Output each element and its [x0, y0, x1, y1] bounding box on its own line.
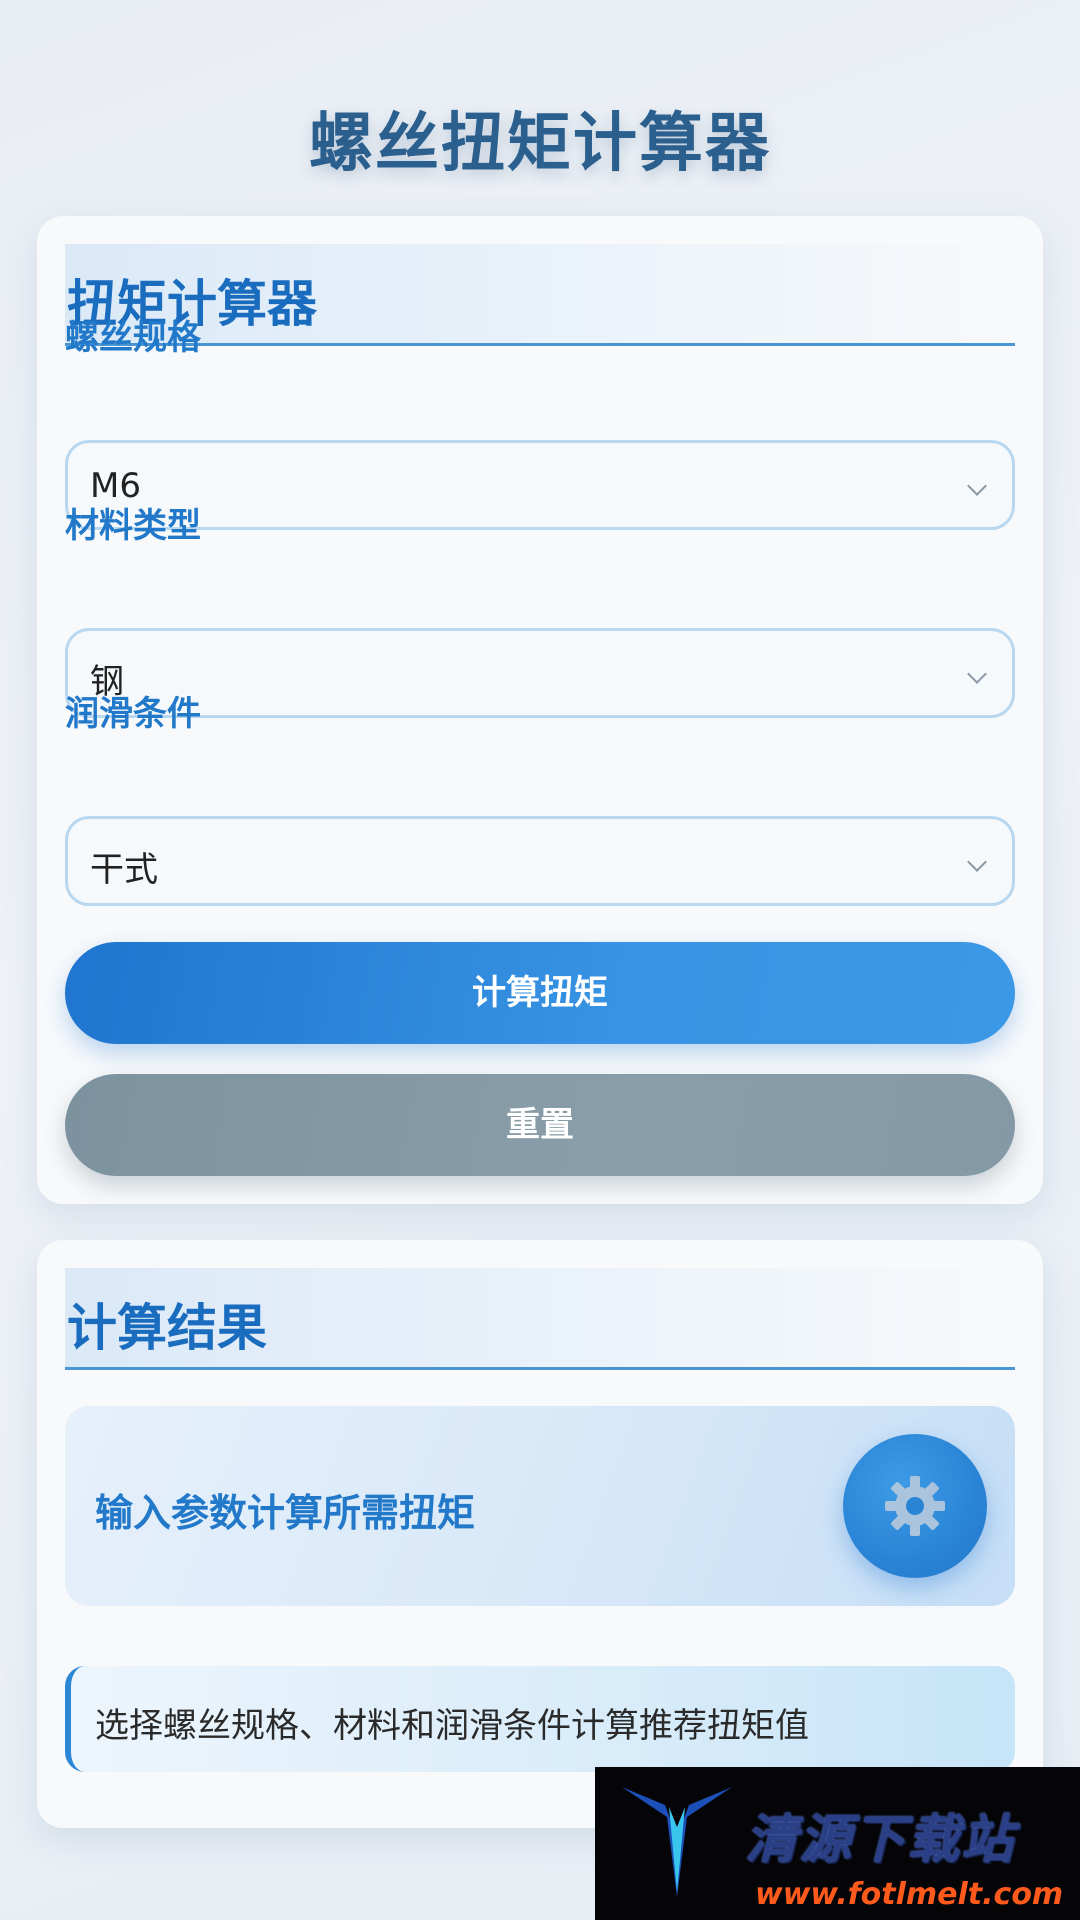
result-display: 输入参数计算所需扭矩 — [65, 1406, 1015, 1606]
screw-spec-select[interactable]: M6 — [65, 440, 1015, 530]
page-title: 螺丝扭矩计算器 — [309, 107, 771, 181]
lubrication-value: 干式 — [90, 850, 158, 890]
result-prompt: 输入参数计算所需扭矩 — [95, 1491, 476, 1535]
reset-button[interactable]: 重置 — [65, 1074, 1015, 1176]
lubrication-select[interactable]: 干式 — [65, 816, 1015, 906]
torque-calculator-card: 扭矩计算器 螺丝规格 M6 材料类型 钢 润滑条件 干式 计算扭矩 重置 — [37, 216, 1043, 1204]
result-card-header: 计算结果 — [65, 1268, 1015, 1370]
screw-spec-label-text: 螺丝规格 — [65, 318, 201, 358]
chevron-down-icon — [967, 476, 987, 496]
material-type-select[interactable]: 钢 — [65, 628, 1015, 718]
gear-icon — [885, 1476, 945, 1536]
chevron-down-icon — [967, 852, 987, 872]
chevron-down-icon — [967, 664, 987, 684]
watermark-banner: 清源下载站 www.fotlmelt.com — [595, 1767, 1080, 1920]
wing-logo-icon — [622, 1787, 732, 1897]
watermark-url: www.fotlmelt.com — [755, 1877, 1064, 1912]
material-type-label: 材料类型 — [65, 506, 201, 546]
calculator-card-header: 扭矩计算器 — [65, 244, 1015, 346]
hint-message: 选择螺丝规格、材料和润滑条件计算推荐扭矩值 — [65, 1666, 1015, 1772]
result-card: 计算结果 输入参数计算所需扭矩 选择螺丝规格、材料和润滑条件计算推荐扭矩值 — [37, 1240, 1043, 1828]
gear-badge — [843, 1434, 987, 1578]
calculate-torque-button[interactable]: 计算扭矩 — [65, 942, 1015, 1044]
lubrication-label: 润滑条件 — [65, 694, 201, 734]
watermark-site-name: 清源下载站 — [745, 1810, 1016, 1870]
result-card-title: 计算结果 — [67, 1299, 267, 1357]
hint-text: 选择螺丝规格、材料和润滑条件计算推荐扭矩值 — [95, 1706, 809, 1746]
